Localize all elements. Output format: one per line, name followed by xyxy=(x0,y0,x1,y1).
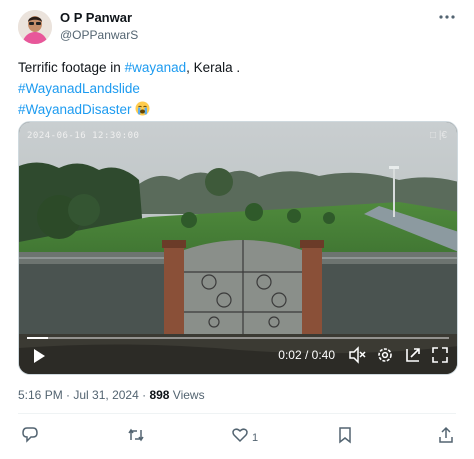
bookmark-button[interactable] xyxy=(336,426,354,449)
author-handle[interactable]: @OPPanwarS xyxy=(60,27,138,43)
tweet-line-1: Terrific footage in #wayanad, Kerala . xyxy=(18,57,240,78)
author-name[interactable]: O P Panwar xyxy=(60,10,138,26)
tweet-time[interactable]: 5:16 PM xyxy=(18,388,63,402)
hashtag-wayanad-landslide[interactable]: #WayanadLandslide xyxy=(18,81,140,96)
retweet-icon xyxy=(127,426,145,449)
meta-separator: · xyxy=(62,388,74,402)
play-icon[interactable] xyxy=(31,348,47,368)
pip-icon[interactable] xyxy=(404,346,422,366)
tweet-line-3: #WayanadDisaster xyxy=(18,99,240,120)
video-controls: 0:02 / 0:40 xyxy=(19,338,457,374)
share-button[interactable] xyxy=(437,426,455,449)
reply-button[interactable] xyxy=(21,426,39,449)
settings-icon[interactable] xyxy=(376,346,394,366)
avatar[interactable] xyxy=(18,10,52,44)
video-watermark: □ |€ xyxy=(430,130,447,141)
action-bar: 1 xyxy=(0,424,474,450)
author-block[interactable]: O P Panwar @OPPanwarS xyxy=(60,10,138,43)
like-icon xyxy=(231,426,249,449)
tweet-text-suffix: , Kerala . xyxy=(186,60,241,75)
views-count: 898 xyxy=(149,388,170,402)
tweet-date[interactable]: Jul 31, 2024 xyxy=(73,388,138,402)
hashtag-wayanad-disaster[interactable]: #WayanadDisaster xyxy=(18,102,132,117)
video-timestamp: 2024-06-16 12:30:00 xyxy=(27,131,140,141)
tweet-text: Terrific footage in #wayanad, Kerala . #… xyxy=(18,57,240,120)
hashtag-wayanad[interactable]: #wayanad xyxy=(125,60,187,75)
mute-icon[interactable] xyxy=(348,346,366,366)
reply-icon xyxy=(21,426,39,449)
more-icon[interactable] xyxy=(438,8,456,31)
tweet-line-2: #WayanadLandslide xyxy=(18,78,240,99)
like-button[interactable]: 1 xyxy=(231,426,258,449)
divider xyxy=(18,413,456,414)
bookmark-icon xyxy=(336,426,354,449)
share-icon xyxy=(437,426,455,449)
crying-face-emoji xyxy=(135,101,150,116)
views-label: Views xyxy=(169,388,205,402)
video-player[interactable]: 2024-06-16 12:30:00 □ |€ 0:02 / 0:40 xyxy=(18,121,458,375)
tweet-text-start: Terrific footage in xyxy=(18,60,125,75)
video-timecode: 0:02 / 0:40 xyxy=(278,348,335,362)
retweet-button[interactable] xyxy=(127,426,145,449)
fullscreen-icon[interactable] xyxy=(431,346,449,366)
like-count: 1 xyxy=(252,431,259,444)
tweet-meta: 5:16 PM · Jul 31, 2024 · 898 Views xyxy=(18,388,205,402)
